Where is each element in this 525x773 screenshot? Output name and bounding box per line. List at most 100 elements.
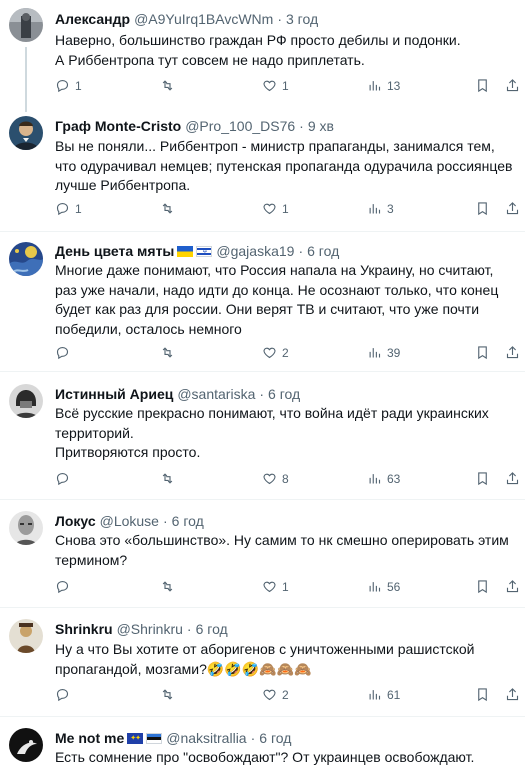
like-button[interactable]: 1 — [262, 201, 289, 216]
like-count: 1 — [282, 201, 289, 216]
user-avatar[interactable] — [9, 8, 43, 42]
user-handle[interactable]: @santariska — [177, 385, 255, 403]
user-display-name[interactable]: День цвета мяты — [55, 242, 174, 260]
user-avatar[interactable] — [9, 511, 43, 545]
bookmark-button[interactable] — [475, 687, 490, 702]
reply-post[interactable]: Shrinkru @Shrinkru · 6 год Ну а что Вы х… — [0, 608, 525, 717]
user-handle[interactable]: @gajaska19 — [216, 242, 294, 260]
share-icon — [506, 472, 519, 485]
like-icon — [263, 689, 276, 701]
views-icon — [369, 690, 381, 700]
user-display-name[interactable]: Me not me — [55, 729, 124, 747]
reply-post[interactable]: Александр @A9YuIrq1BAvcWNm · 3 год Навер… — [0, 0, 525, 105]
views-icon — [369, 204, 381, 214]
user-handle[interactable]: @A9YuIrq1BAvcWNm — [134, 10, 273, 28]
user-avatar[interactable] — [9, 619, 43, 653]
share-button[interactable] — [505, 687, 520, 702]
reply-button[interactable] — [55, 345, 75, 360]
reply-post[interactable]: Me not me ✦✦ @naksitrallia · 6 год Есть … — [0, 717, 525, 773]
post-timestamp[interactable]: 6 год — [259, 729, 291, 747]
retweet-button[interactable] — [160, 579, 180, 594]
user-display-name[interactable]: Александр — [55, 10, 130, 28]
share-icon — [506, 79, 519, 92]
views-button[interactable]: 61 — [367, 687, 400, 702]
post-timestamp[interactable]: 6 год — [172, 512, 204, 530]
user-display-name[interactable]: Shrinkru — [55, 620, 113, 638]
views-button[interactable]: 3 — [367, 201, 394, 216]
user-handle[interactable]: @Shrinkru — [117, 620, 183, 638]
retweet-button[interactable] — [160, 78, 180, 93]
separator-dot: · — [298, 243, 304, 259]
bookmark-button[interactable] — [475, 201, 490, 216]
user-avatar[interactable] — [9, 384, 43, 418]
retweet-button[interactable] — [160, 687, 180, 702]
views-icon — [369, 582, 381, 592]
views-button[interactable]: 63 — [367, 471, 400, 486]
post-timestamp[interactable]: 3 год — [286, 10, 318, 28]
retweet-icon — [162, 80, 173, 91]
like-icon — [263, 581, 276, 593]
bookmark-icon — [478, 79, 487, 93]
bookmark-button[interactable] — [475, 78, 490, 93]
like-button[interactable]: 2 — [262, 345, 289, 360]
like-button[interactable]: 2 — [262, 687, 289, 702]
share-button[interactable] — [505, 579, 520, 594]
ukraine-flag-icon — [177, 245, 194, 257]
share-button[interactable] — [505, 345, 520, 360]
retweet-icon — [162, 473, 173, 484]
retweet-button[interactable] — [160, 471, 180, 486]
views-count: 39 — [387, 345, 401, 360]
reply-button[interactable]: 1 — [55, 78, 82, 93]
post-text: Снова это «большинство». Ну самим то нк … — [55, 532, 509, 568]
bookmark-button[interactable] — [475, 579, 490, 594]
like-button[interactable]: 1 — [262, 579, 289, 594]
user-avatar[interactable] — [9, 242, 43, 276]
reply-button[interactable] — [55, 579, 75, 594]
user-avatar[interactable] — [9, 116, 43, 150]
user-display-name[interactable]: Локус — [55, 512, 96, 530]
retweet-button[interactable] — [160, 201, 180, 216]
israel-flag-icon: ✡ — [196, 245, 213, 257]
user-handle[interactable]: @naksitrallia — [166, 729, 246, 747]
user-display-name[interactable]: Истинный Ариец — [55, 385, 173, 403]
share-button[interactable] — [505, 471, 520, 486]
retweet-icon — [162, 203, 173, 214]
user-handle[interactable]: @Pro_100_DS76 — [185, 117, 295, 135]
reply-post[interactable]: Локус @Lokuse · 6 год Снова это «большин… — [0, 500, 525, 608]
reply-icon — [56, 580, 69, 594]
post-timestamp[interactable]: 6 год — [268, 385, 300, 403]
bookmark-button[interactable] — [475, 345, 490, 360]
retweet-icon — [162, 347, 173, 358]
reply-post[interactable]: Граф Monte-Cristo @Pro_100_DS76 · 9 хв В… — [0, 105, 525, 232]
separator-dot: · — [277, 11, 282, 27]
views-button[interactable]: 39 — [367, 345, 400, 360]
retweet-icon — [162, 581, 173, 592]
views-icon — [369, 348, 381, 358]
like-count: 2 — [282, 345, 289, 360]
like-count: 2 — [282, 687, 289, 702]
user-avatar[interactable] — [9, 728, 43, 762]
share-button[interactable] — [505, 78, 520, 93]
reply-icon — [56, 79, 69, 93]
views-button[interactable]: 56 — [367, 579, 400, 594]
like-button[interactable]: 1 — [262, 78, 289, 93]
share-button[interactable] — [505, 201, 520, 216]
user-display-name[interactable]: Граф Monte-Cristo — [55, 117, 181, 135]
bookmark-button[interactable] — [475, 471, 490, 486]
reply-icon — [56, 472, 69, 486]
views-button[interactable]: 13 — [367, 78, 400, 93]
reply-button[interactable] — [55, 687, 75, 702]
retweet-button[interactable] — [160, 345, 180, 360]
reply-post[interactable]: День цвета мяты ✡ @gajaska19 · 6 год Мно… — [0, 232, 525, 372]
post-timestamp[interactable]: 9 хв — [308, 117, 334, 135]
reply-post[interactable]: Истинный Ариец @santariska · 6 год Всё р… — [0, 372, 525, 500]
bookmark-icon — [478, 472, 487, 486]
user-handle[interactable]: @Lokuse — [100, 512, 159, 530]
like-button[interactable]: 8 — [262, 471, 289, 486]
views-count: 3 — [387, 201, 394, 216]
reply-button[interactable] — [55, 471, 75, 486]
reply-button[interactable]: 1 — [55, 201, 82, 216]
post-timestamp[interactable]: 6 год — [307, 242, 339, 260]
post-timestamp[interactable]: 6 год — [196, 620, 228, 638]
eu-flag-icon: ✦✦ — [127, 732, 144, 744]
